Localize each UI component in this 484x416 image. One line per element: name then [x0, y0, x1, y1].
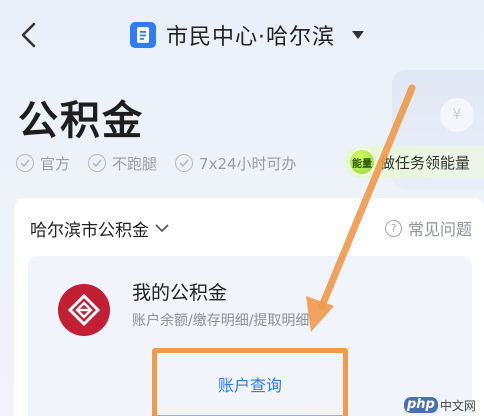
- tag-24x7: 7x24小时可办: [175, 153, 297, 174]
- watermark-text: 中文网: [439, 398, 476, 413]
- check-circle-icon: [88, 154, 107, 172]
- my-fund-subtitle: 账户余额/缴存明细/提取明细: [132, 313, 310, 329]
- faq-link[interactable]: ? 常见问题: [384, 216, 472, 240]
- energy-task-button[interactable]: 能量 做任务领能量: [344, 146, 484, 178]
- check-circle-icon: [175, 154, 194, 172]
- energy-badge-icon: 能量: [348, 148, 376, 176]
- coin-icon: ¥: [440, 98, 474, 132]
- page-header-title: 市民中心·哈尔滨: [166, 25, 335, 50]
- tag-label: 7x24小时可办: [199, 154, 297, 173]
- housing-fund-card: 哈尔滨市公积金 ? 常见问题 我的公积金 账户余额/缴存明细/提取明细 账户查询: [14, 198, 484, 416]
- my-fund-title[interactable]: 我的公积金: [132, 278, 227, 305]
- back-button[interactable]: [14, 20, 44, 50]
- chevron-down-icon: [155, 224, 169, 233]
- triangle-down-icon: [352, 31, 364, 39]
- question-icon: ?: [384, 219, 402, 237]
- city-fund-selector[interactable]: 哈尔滨市公积金: [30, 216, 169, 241]
- check-circle-icon: [16, 154, 34, 172]
- my-fund-panel: 我的公积金 账户余额/缴存明细/提取明细 账户查询: [28, 256, 472, 416]
- energy-task-label: 做任务领能量: [380, 153, 471, 172]
- location-title-selector[interactable]: 市民中心·哈尔滨: [130, 18, 365, 52]
- feature-tags: 官方 不跑腿 7x24小时可办: [16, 150, 297, 176]
- watermark-logo: php: [404, 397, 438, 413]
- city-fund-label: 哈尔滨市公积金: [30, 221, 149, 241]
- document-icon: [130, 22, 156, 48]
- faq-label: 常见问题: [407, 220, 472, 239]
- tag-no-errand: 不跑腿: [88, 153, 157, 174]
- page-title: 公积金: [18, 98, 144, 144]
- site-watermark: php 中文网: [404, 394, 484, 416]
- chevron-left-icon: [21, 22, 36, 48]
- housing-fund-logo-icon: [58, 284, 110, 336]
- top-bar: 市民中心·哈尔滨: [0, 0, 484, 70]
- tag-label: 不跑腿: [112, 154, 158, 173]
- tag-label: 官方: [40, 154, 71, 173]
- tag-official: 官方: [16, 153, 70, 174]
